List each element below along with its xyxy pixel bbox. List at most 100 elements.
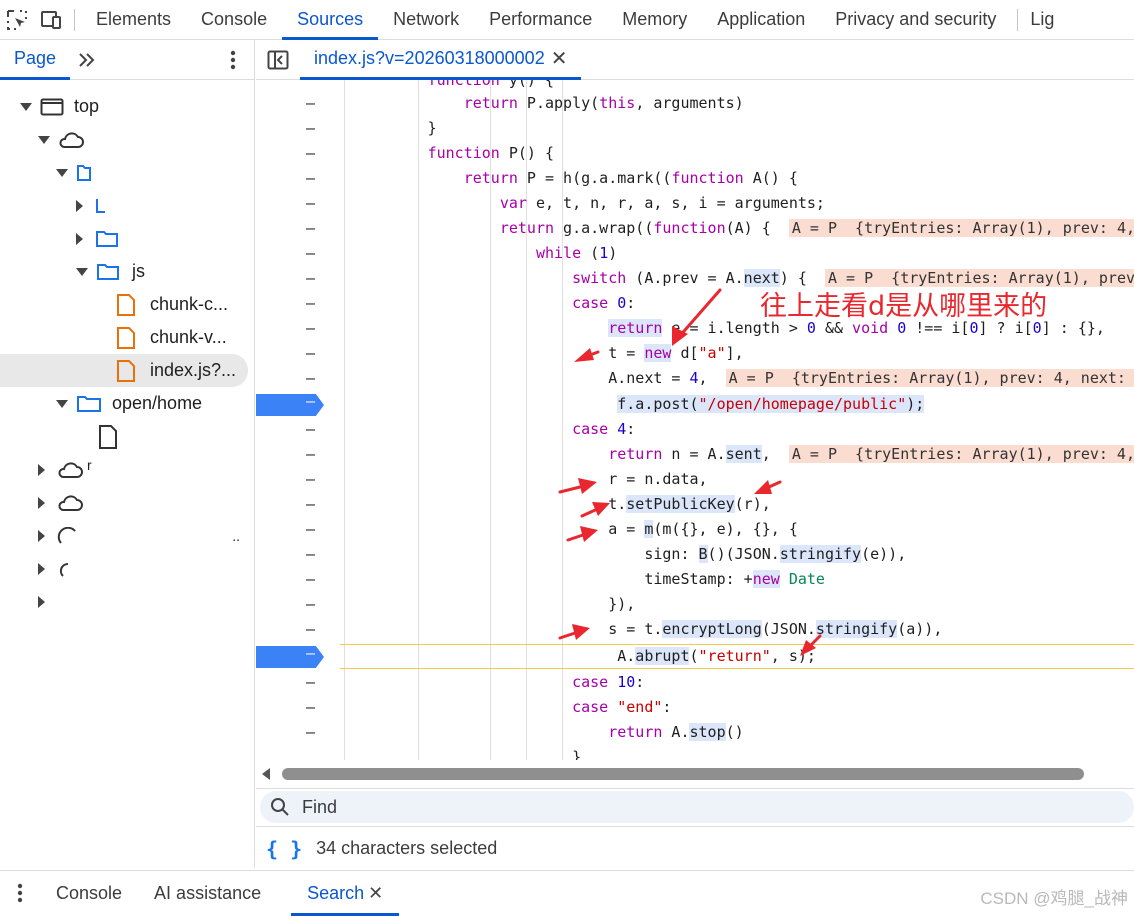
- file-tab-label: index.js?v=20260318000002: [314, 47, 545, 68]
- cloud-icon: [59, 562, 69, 577]
- scroll-left-icon[interactable]: [262, 768, 270, 780]
- status-bar: { } 34 characters selected: [256, 826, 1134, 870]
- code-line: – a = m(m({}, e), {}, {: [256, 520, 798, 538]
- tree-item-folder[interactable]: [76, 222, 119, 255]
- code-line: f.a.post("/open/homepage/public");: [617, 395, 925, 413]
- tree-item-top[interactable]: top: [20, 90, 99, 123]
- tree-item-label: top: [74, 96, 100, 116]
- cloud-icon: [57, 526, 76, 544]
- tab-elements[interactable]: Elements: [81, 0, 186, 40]
- drawer-tab-search[interactable]: Search ✕: [291, 871, 400, 916]
- tree-item-file[interactable]: chunk-c...: [116, 288, 228, 321]
- code-line: – return g.a.wrap((function(A) { A = P {…: [256, 216, 1134, 241]
- drawer-tab-console[interactable]: Console: [40, 871, 138, 916]
- code-editor: index.js?v=20260318000002 ✕ function y()…: [256, 40, 1134, 788]
- tree-item-open-home[interactable]: open/home: [56, 387, 202, 420]
- devtools-top-tabs: Elements Console Sources Network Perform…: [0, 0, 1134, 40]
- tree-item-label: chunk-c...: [150, 294, 229, 314]
- file-tab-index-js[interactable]: index.js?v=20260318000002 ✕: [300, 40, 582, 80]
- code-line: – t.setPublicKey(r),: [256, 495, 771, 513]
- expand-arrow-icon[interactable]: [56, 168, 68, 177]
- file-icon: [117, 293, 135, 316]
- tree-item-folder[interactable]: [56, 156, 92, 189]
- sources-navigator: Page top js chunk-c... chunk-v... index.…: [0, 40, 255, 868]
- code-line: – t = new d["a"],: [256, 344, 744, 362]
- tree-item-domain[interactable]: [38, 486, 83, 519]
- tree-item-domain[interactable]: [38, 123, 84, 156]
- expand-arrow-icon[interactable]: [20, 102, 32, 111]
- tree-item-domain[interactable]: r: [38, 453, 92, 486]
- more-tabs-icon[interactable]: [76, 49, 98, 71]
- drawer-tabs: Console AI assistance Search ✕ CSDN @鸡腿_…: [0, 870, 1134, 916]
- tab-application[interactable]: Application: [702, 0, 820, 40]
- close-icon[interactable]: ✕: [551, 46, 568, 71]
- expand-arrow-icon[interactable]: [38, 562, 45, 575]
- kebab-menu-icon[interactable]: [230, 50, 236, 70]
- tree-item-document[interactable]: [98, 420, 118, 453]
- expand-arrow-icon[interactable]: [56, 399, 68, 408]
- tree-item-js[interactable]: js: [76, 255, 145, 288]
- cloud-icon: [58, 461, 83, 478]
- expand-arrow-icon[interactable]: [76, 267, 88, 276]
- find-input[interactable]: Find: [260, 791, 1134, 823]
- tree-item-domain[interactable]: [38, 552, 83, 585]
- expand-arrow-icon[interactable]: [38, 463, 45, 476]
- tree-item-folder[interactable]: [76, 189, 107, 222]
- code-line: – while (1): [306, 244, 618, 262]
- file-tabs: index.js?v=20260318000002 ✕: [256, 40, 1134, 80]
- cloud-icon: [59, 131, 84, 148]
- code-line: – r = n.data,: [256, 470, 708, 488]
- document-icon: [99, 424, 117, 449]
- selection-status: 34 characters selected: [316, 838, 498, 858]
- device-toolbar-icon[interactable]: [34, 0, 68, 40]
- tab-memory[interactable]: Memory: [607, 0, 702, 40]
- scrollbar-thumb[interactable]: [282, 768, 1084, 780]
- inspect-element-icon[interactable]: [0, 0, 34, 40]
- expand-arrow-icon[interactable]: [38, 135, 50, 144]
- tree-item-domain[interactable]: [38, 585, 45, 618]
- folder-icon: [77, 164, 91, 181]
- expand-arrow-icon[interactable]: [38, 595, 45, 608]
- tree-item-file[interactable]: chunk-v...: [116, 321, 227, 354]
- code-line: A.abrupt("return", s);: [256, 647, 816, 665]
- code-line: – case "end":: [306, 698, 672, 716]
- code-line: – function P() {: [306, 144, 555, 162]
- tree-item-file-selected[interactable]: index.js?...: [116, 354, 236, 387]
- tree-item-label: js: [132, 261, 145, 281]
- tab-lighthouse[interactable]: Lig: [1024, 0, 1069, 40]
- code-line: – timeStamp: +new Date: [256, 570, 825, 588]
- tree-item-domain[interactable]: ..: [38, 519, 248, 552]
- tab-page[interactable]: Page: [0, 40, 71, 80]
- expand-arrow-icon[interactable]: [76, 199, 83, 212]
- drawer-tab-ai-assistance[interactable]: AI assistance: [138, 871, 277, 916]
- drawer-menu-icon[interactable]: [0, 871, 40, 916]
- code-line: – A.next = 4, A = P {tryEntries: Array(1…: [256, 366, 1134, 391]
- tab-network[interactable]: Network: [378, 0, 474, 40]
- expand-arrow-icon[interactable]: [38, 496, 45, 509]
- search-icon: [271, 798, 289, 816]
- code-line: – s = t.encryptLong(JSON.stringify(a)),: [256, 620, 943, 638]
- horizontal-scrollbar[interactable]: [256, 760, 1134, 788]
- code-area[interactable]: function y() { – return P.apply(this, ar…: [256, 80, 1134, 760]
- tab-console[interactable]: Console: [186, 0, 282, 40]
- file-icon: [117, 359, 135, 382]
- code-line: – var e, t, n, r, a, s, i = arguments;: [306, 194, 825, 212]
- code-line: – return n = A.sent, A = P {tryEntries: …: [256, 442, 1134, 467]
- toggle-navigator-icon[interactable]: [256, 40, 300, 80]
- code-line: – }),: [256, 595, 636, 613]
- tab-sources[interactable]: Sources: [282, 0, 379, 40]
- find-bar: Find: [256, 788, 1134, 826]
- cloud-icon: [58, 494, 83, 511]
- code-line: – }: [256, 119, 437, 137]
- code-line: }: [256, 748, 582, 760]
- close-icon[interactable]: ✕: [368, 883, 383, 904]
- expand-arrow-icon[interactable]: [76, 232, 83, 245]
- tab-privacy-security[interactable]: Privacy and security: [820, 0, 1011, 40]
- pretty-print-icon[interactable]: { }: [266, 837, 302, 861]
- watermark: CSDN @鸡腿_战神: [980, 889, 1128, 908]
- tab-performance[interactable]: Performance: [474, 0, 607, 40]
- annotation-text: 往上走看d是从哪里来的: [760, 291, 1048, 322]
- tree-item-label: open/home: [112, 393, 203, 413]
- expand-arrow-icon[interactable]: [38, 529, 45, 542]
- find-label: Find: [302, 796, 338, 817]
